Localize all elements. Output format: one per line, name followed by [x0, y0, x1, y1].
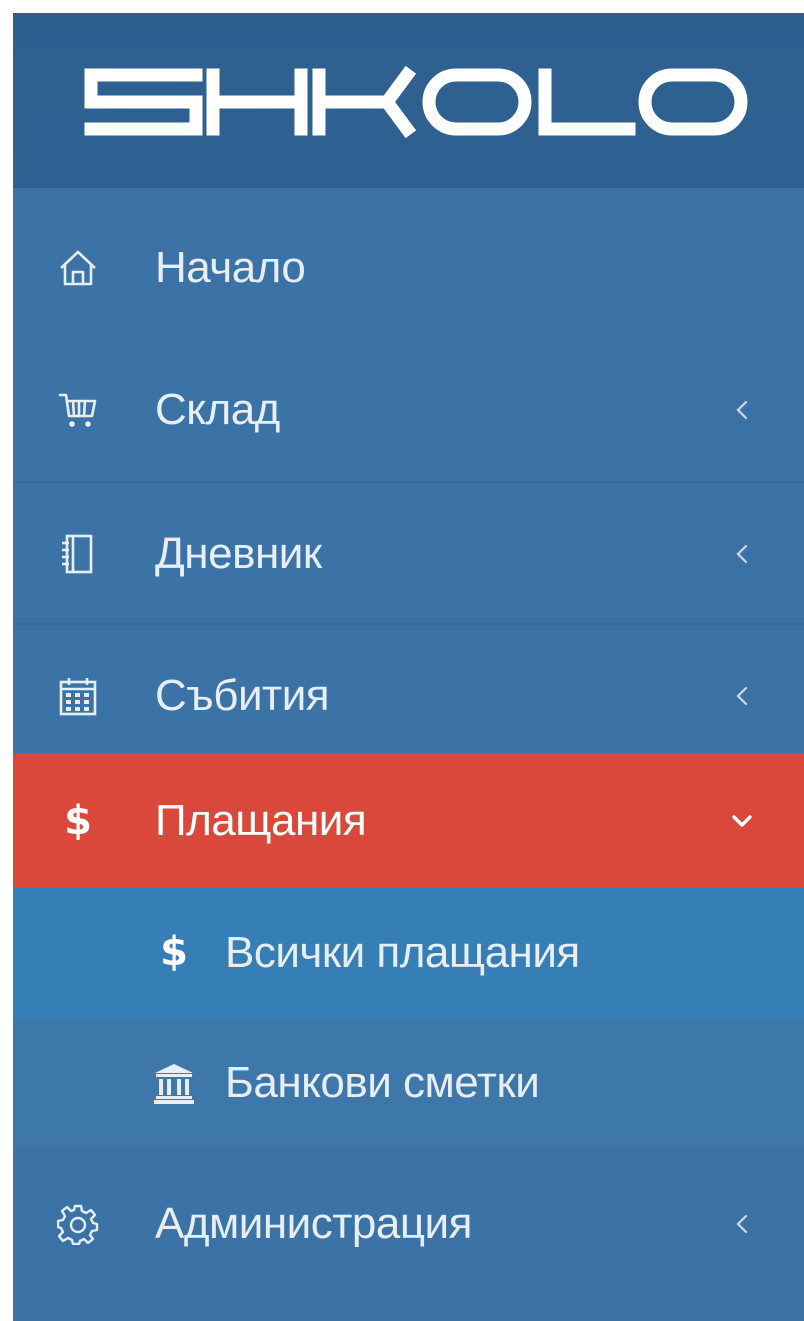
- nav-item-events[interactable]: Събития: [13, 623, 804, 767]
- nav-item-warehouse[interactable]: Склад: [13, 339, 804, 481]
- nav-label-diary: Дневник: [155, 529, 322, 578]
- chevron-left-icon: [736, 1214, 748, 1234]
- logo-bar[interactable]: [13, 13, 804, 188]
- calendar-icon: [59, 678, 97, 716]
- shkolo-logo: [84, 65, 748, 139]
- submenu-label-bank-accounts: Банкови сметки: [225, 1058, 540, 1107]
- notebook-icon: [62, 534, 93, 574]
- nav-label-payments: Плащания: [155, 795, 367, 845]
- chevron-down-icon: [732, 814, 752, 827]
- nav-item-payments[interactable]: $ Плащания: [13, 753, 804, 888]
- nav-item-diary[interactable]: Дневник: [13, 481, 804, 625]
- home-icon: [60, 250, 96, 286]
- sidebar: Начало Склад Дневник Събития $ Плащания …: [13, 13, 804, 1321]
- nav-item-administration[interactable]: Администрация: [13, 1153, 804, 1295]
- chevron-left-icon: [736, 544, 748, 564]
- nav-label-administration: Администрация: [155, 1199, 472, 1248]
- chevron-left-icon: [736, 400, 748, 420]
- nav-label-home: Начало: [155, 243, 306, 292]
- submenu-label-all-payments: Всички плащания: [225, 928, 580, 977]
- nav-label-warehouse: Склад: [155, 385, 280, 434]
- chevron-left-icon: [736, 686, 748, 706]
- submenu-item-bank-accounts[interactable]: Банкови сметки: [13, 1018, 804, 1148]
- nav-item-home[interactable]: Начало: [13, 197, 804, 339]
- submenu-item-all-payments[interactable]: $ Всички плащания: [13, 888, 804, 1018]
- bank-icon: [154, 1064, 194, 1104]
- payments-submenu: $ Всички плащания Банкови сметки: [13, 888, 804, 1148]
- gear-icon: [57, 1204, 99, 1245]
- dollar-icon: $: [160, 929, 188, 975]
- dollar-icon: $: [64, 797, 92, 844]
- cart-icon: [58, 393, 97, 427]
- nav-label-events: Събития: [155, 671, 330, 720]
